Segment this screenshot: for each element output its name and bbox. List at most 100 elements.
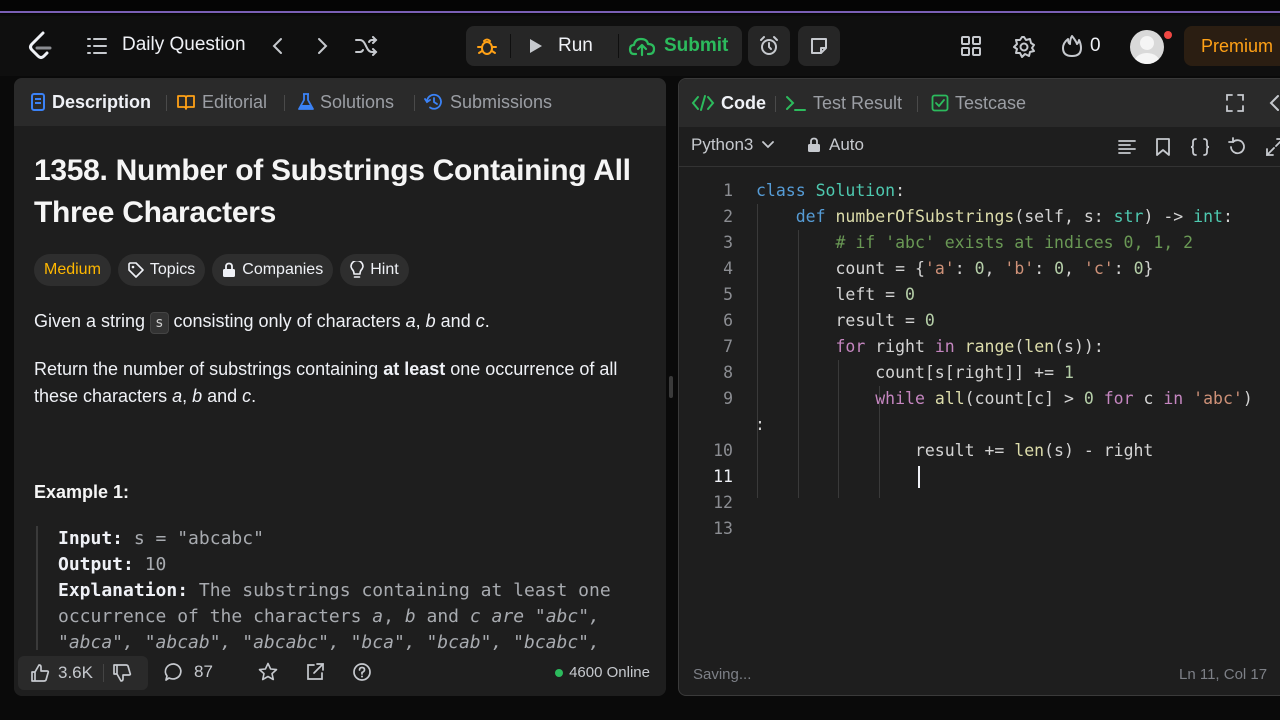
code-panel: Code Test Result Testcase Python3 Auto 1… — [678, 78, 1280, 696]
like-group: 3.6K — [18, 656, 148, 690]
difficulty-badge: Medium — [34, 254, 111, 286]
text-cursor — [918, 466, 920, 488]
streak-count: 0 — [1090, 35, 1101, 56]
bug-icon — [477, 38, 497, 55]
tab-submissions[interactable]: Submissions — [424, 78, 552, 126]
tag-icon — [128, 262, 144, 278]
prev-problem-chevron-left-icon[interactable] — [268, 34, 292, 58]
editor-toolbar: Python3 Auto — [679, 127, 1280, 167]
online-count: 4600 Online — [569, 664, 650, 681]
document-icon — [31, 93, 45, 111]
example-explanation-line2: occurrence of the characters a, b and c … — [58, 606, 600, 627]
book-icon — [177, 95, 195, 110]
mode-label: Auto — [829, 135, 864, 154]
tab-solutions[interactable]: Solutions — [298, 78, 394, 126]
lock-icon — [223, 262, 236, 277]
tab-label: Code — [721, 92, 766, 113]
description-footer: 3.6K 87 4600 Online — [14, 654, 666, 696]
run-button[interactable]: Run — [516, 26, 616, 66]
tab-separator — [917, 96, 918, 112]
divider — [102, 664, 104, 682]
debug-button[interactable] — [466, 26, 508, 66]
thumbs-down-icon[interactable] — [112, 663, 132, 683]
topics-chip[interactable]: Topics — [117, 254, 206, 286]
format-align-icon[interactable] — [1117, 137, 1137, 157]
fire-icon — [1062, 35, 1082, 57]
problem-title: 1358. Number of Substrings Containing Al… — [34, 154, 631, 229]
tab-editorial[interactable]: Editorial — [176, 78, 267, 126]
lightbulb-icon — [350, 261, 365, 278]
shuffle-icon[interactable] — [354, 34, 380, 58]
divider — [510, 34, 511, 58]
play-icon — [530, 39, 542, 53]
run-label: Run — [558, 35, 593, 56]
like-count: 3.6K — [58, 663, 93, 682]
run-submit-group: Run Submit — [466, 26, 742, 66]
tab-code[interactable]: Code — [691, 79, 766, 127]
tab-separator — [414, 95, 415, 111]
comments-button[interactable]: 87 — [164, 662, 213, 682]
example-title: Example 1: — [34, 482, 130, 502]
panel-resize-handle[interactable] — [669, 376, 673, 398]
tab-label: Testcase — [955, 92, 1027, 113]
streak-counter[interactable]: 0 — [1062, 32, 1101, 60]
timer-alarm-icon[interactable] — [748, 26, 790, 66]
inline-code: s — [150, 312, 169, 334]
collapse-chevron-left-icon[interactable] — [1267, 93, 1280, 118]
thumbs-up-icon[interactable] — [30, 663, 50, 683]
language-select[interactable]: Python3 — [691, 135, 775, 155]
problem-tags: Medium Topics Companies Hint — [34, 254, 416, 286]
curly-braces-icon[interactable] — [1189, 137, 1210, 157]
online-status: 4600 Online — [555, 664, 650, 681]
comment-icon — [164, 663, 182, 681]
window-top-edge — [0, 0, 1280, 14]
tab-label: Test Result — [813, 92, 903, 113]
tab-separator — [775, 96, 776, 112]
description-panel: Description Editorial Solutions Submissi… — [14, 78, 666, 696]
companies-chip[interactable]: Companies — [212, 254, 334, 286]
tab-test-result[interactable]: Test Result — [785, 79, 902, 127]
top-nav: Daily Question Run Submit 0 Premium — [0, 16, 1280, 76]
share-external-icon[interactable] — [305, 662, 325, 682]
problem-paragraph-1: Given a string s consisting only of char… — [34, 308, 490, 335]
right-tabbar: Code Test Result Testcase — [679, 79, 1280, 127]
divider — [618, 34, 619, 58]
premium-button[interactable]: Premium — [1184, 26, 1280, 66]
problem-paragraph-2: Return the number of substrings containi… — [34, 359, 618, 406]
hint-chip[interactable]: Hint — [340, 254, 409, 286]
code-brackets-icon — [691, 95, 715, 111]
reset-undo-icon[interactable] — [1227, 137, 1247, 157]
tab-separator — [284, 95, 285, 111]
bookmark-icon[interactable] — [1153, 137, 1173, 157]
help-question-icon[interactable] — [352, 662, 372, 682]
layout-grid-icon[interactable] — [960, 34, 984, 58]
notes-icon[interactable] — [798, 26, 840, 66]
submit-button[interactable]: Submit — [624, 26, 742, 66]
tab-label: Solutions — [320, 91, 395, 112]
maximize-icon[interactable] — [1225, 93, 1245, 118]
fullscreen-expand-icon[interactable] — [1265, 137, 1280, 157]
example-explanation: Explanation: The substrings containing a… — [58, 580, 611, 601]
tab-description[interactable]: Description — [30, 78, 151, 126]
next-problem-chevron-right-icon[interactable] — [312, 34, 336, 58]
cursor-position: Ln 11, Col 17 — [1179, 666, 1268, 683]
settings-gear-icon[interactable] — [1012, 34, 1038, 60]
language-label: Python3 — [691, 135, 754, 154]
leetcode-logo-icon[interactable] — [26, 30, 58, 62]
autocomplete-toggle[interactable]: Auto — [807, 135, 864, 155]
problem-list-icon[interactable] — [86, 36, 112, 56]
tab-testcase[interactable]: Testcase — [931, 79, 1026, 127]
flask-icon — [298, 93, 314, 110]
user-avatar[interactable] — [1130, 30, 1164, 64]
tab-label: Editorial — [202, 91, 268, 112]
comment-count: 87 — [194, 662, 213, 681]
code-editor[interactable]: 1 class Solution: 2 def numberOfSubstring… — [679, 178, 1280, 558]
favorite-star-icon[interactable] — [258, 662, 278, 682]
daily-question-link[interactable]: Daily Question — [122, 34, 246, 56]
example-explanation-line3: "abca", "abcab", "abcabc", "bca", "bcab"… — [58, 632, 600, 650]
save-status: Saving... — [693, 666, 752, 683]
submit-label: Submit — [664, 35, 729, 56]
notification-dot — [1164, 31, 1172, 39]
editor-statusbar: Saving... Ln 11, Col 17 — [679, 659, 1280, 689]
chevron-down-icon — [762, 141, 775, 149]
